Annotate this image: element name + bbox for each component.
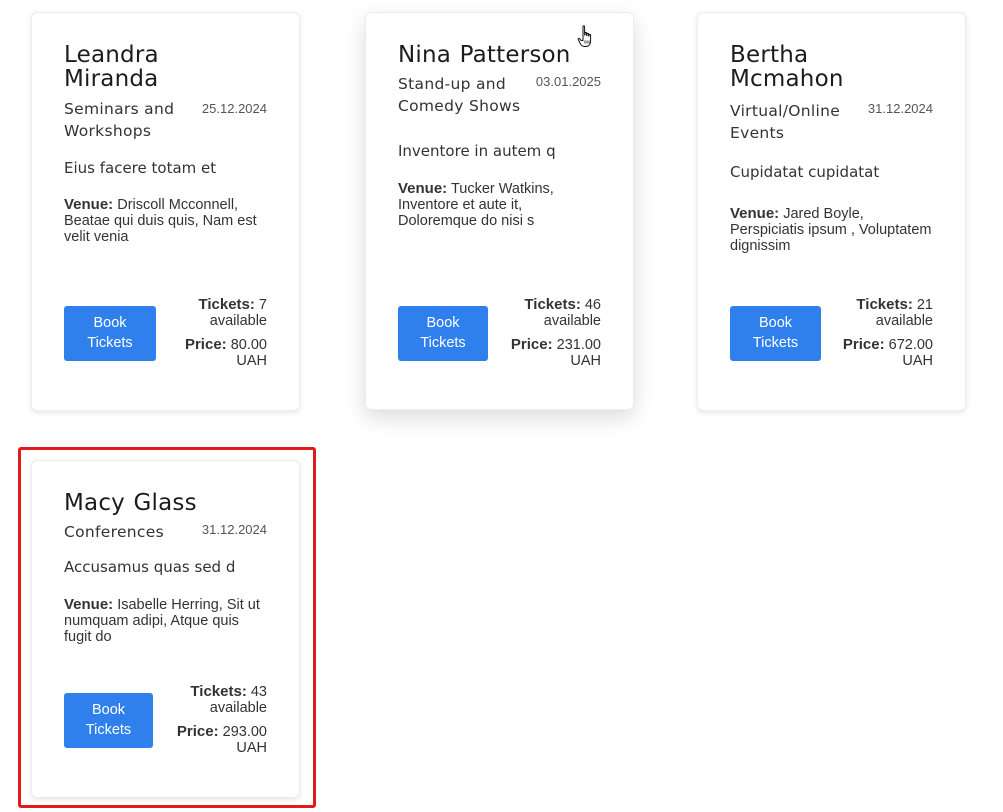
event-card: Macy Glass Conferences 31.12.2024 Accusa… [31,460,300,798]
venue-label: Venue: [64,596,114,613]
event-card: Bertha Mcmahon Virtual/Online Events 31.… [697,12,966,411]
event-venue: Venue: Driscoll Mcconnell, Beatae qui du… [64,196,267,246]
event-stats: Tickets: 7 available Price: 80.00 UAH [171,296,267,370]
price-info: Price: 231.00 UAH [497,336,601,370]
book-tickets-button[interactable]: Book Tickets [730,305,821,361]
tickets-label: Tickets: [190,683,247,700]
event-category: Virtual/Online Events [730,102,841,142]
event-meta: Seminars and Workshops 25.12.2024 [64,98,267,142]
price-value: 293.00 UAH [222,724,267,756]
event-meta: Virtual/Online Events 31.12.2024 [730,100,933,144]
event-venue: Venue: Jared Boyle, Perspiciatis ipsum ,… [730,205,933,255]
book-tickets-button[interactable]: Book Tickets [64,305,156,361]
hand-pointer-icon [577,25,592,47]
event-name: Bertha Mcmahon [730,42,844,92]
tickets-label: Tickets: [198,296,255,313]
price-info: Price: 80.00 UAH [171,336,267,370]
tickets-info: Tickets: 43 available [171,683,267,717]
event-venue: Venue: Isabelle Herring, Sit ut numquam … [64,596,267,646]
event-description: Inventore in autem q [398,142,556,160]
price-label: Price: [842,336,885,353]
price-value: 231.00 UAH [556,337,601,369]
event-date: 25.12.2024 [201,101,267,116]
price-label: Price: [184,336,227,353]
event-date: 31.12.2024 [201,522,267,537]
venue-label: Venue: [398,180,448,197]
price-info: Price: 672.00 UAH [837,336,933,370]
book-tickets-button[interactable]: Book Tickets [64,692,153,748]
event-category: Conferences [64,523,164,541]
event-date: 31.12.2024 [867,101,933,116]
event-name: Leandra Miranda [64,42,159,92]
event-actions: Book Tickets Tickets: 21 available Price… [730,297,933,369]
event-category: Stand-up and Comedy Shows [398,75,521,115]
event-actions: Book Tickets Tickets: 43 available Price… [64,684,267,756]
event-meta: Conferences 31.12.2024 [64,521,267,543]
event-name: Nina Patterson [398,42,571,68]
price-info: Price: 293.00 UAH [171,723,267,757]
event-card: Leandra Miranda Seminars and Workshops 2… [31,12,300,411]
event-description: Cupidatat cupidatat [730,163,880,181]
tickets-label: Tickets: [524,296,581,313]
event-venue: Venue: Tucker Watkins, Inventore et aute… [398,180,601,230]
price-value: 672.00 UAH [888,337,933,369]
event-stats: Tickets: 46 available Price: 231.00 UAH [497,296,601,370]
event-category: Seminars and Workshops [64,100,175,140]
venue-label: Venue: [64,196,114,213]
event-description: Accusamus quas sed d [64,558,236,576]
tickets-label: Tickets: [856,296,913,313]
tickets-info: Tickets: 7 available [171,296,267,330]
tickets-info: Tickets: 21 available [837,296,933,330]
event-name: Macy Glass [64,490,197,516]
event-card: Nina Patterson Stand-up and Comedy Shows… [365,12,634,410]
price-label: Price: [510,336,553,353]
price-label: Price: [176,723,219,740]
event-stats: Tickets: 43 available Price: 293.00 UAH [171,683,267,757]
venue-label: Venue: [730,205,780,222]
event-description: Eius facere totam et [64,159,217,177]
book-tickets-button[interactable]: Book Tickets [398,305,488,361]
event-stats: Tickets: 21 available Price: 672.00 UAH [837,296,933,370]
event-meta: Stand-up and Comedy Shows 03.01.2025 [398,73,601,117]
events-grid: Leandra Miranda Seminars and Workshops 2… [0,0,1003,812]
event-actions: Book Tickets Tickets: 7 available Price:… [64,297,267,369]
price-value: 80.00 UAH [230,337,267,369]
event-date: 03.01.2025 [535,74,601,89]
event-actions: Book Tickets Tickets: 46 available Price… [398,297,601,369]
tickets-info: Tickets: 46 available [497,296,601,330]
